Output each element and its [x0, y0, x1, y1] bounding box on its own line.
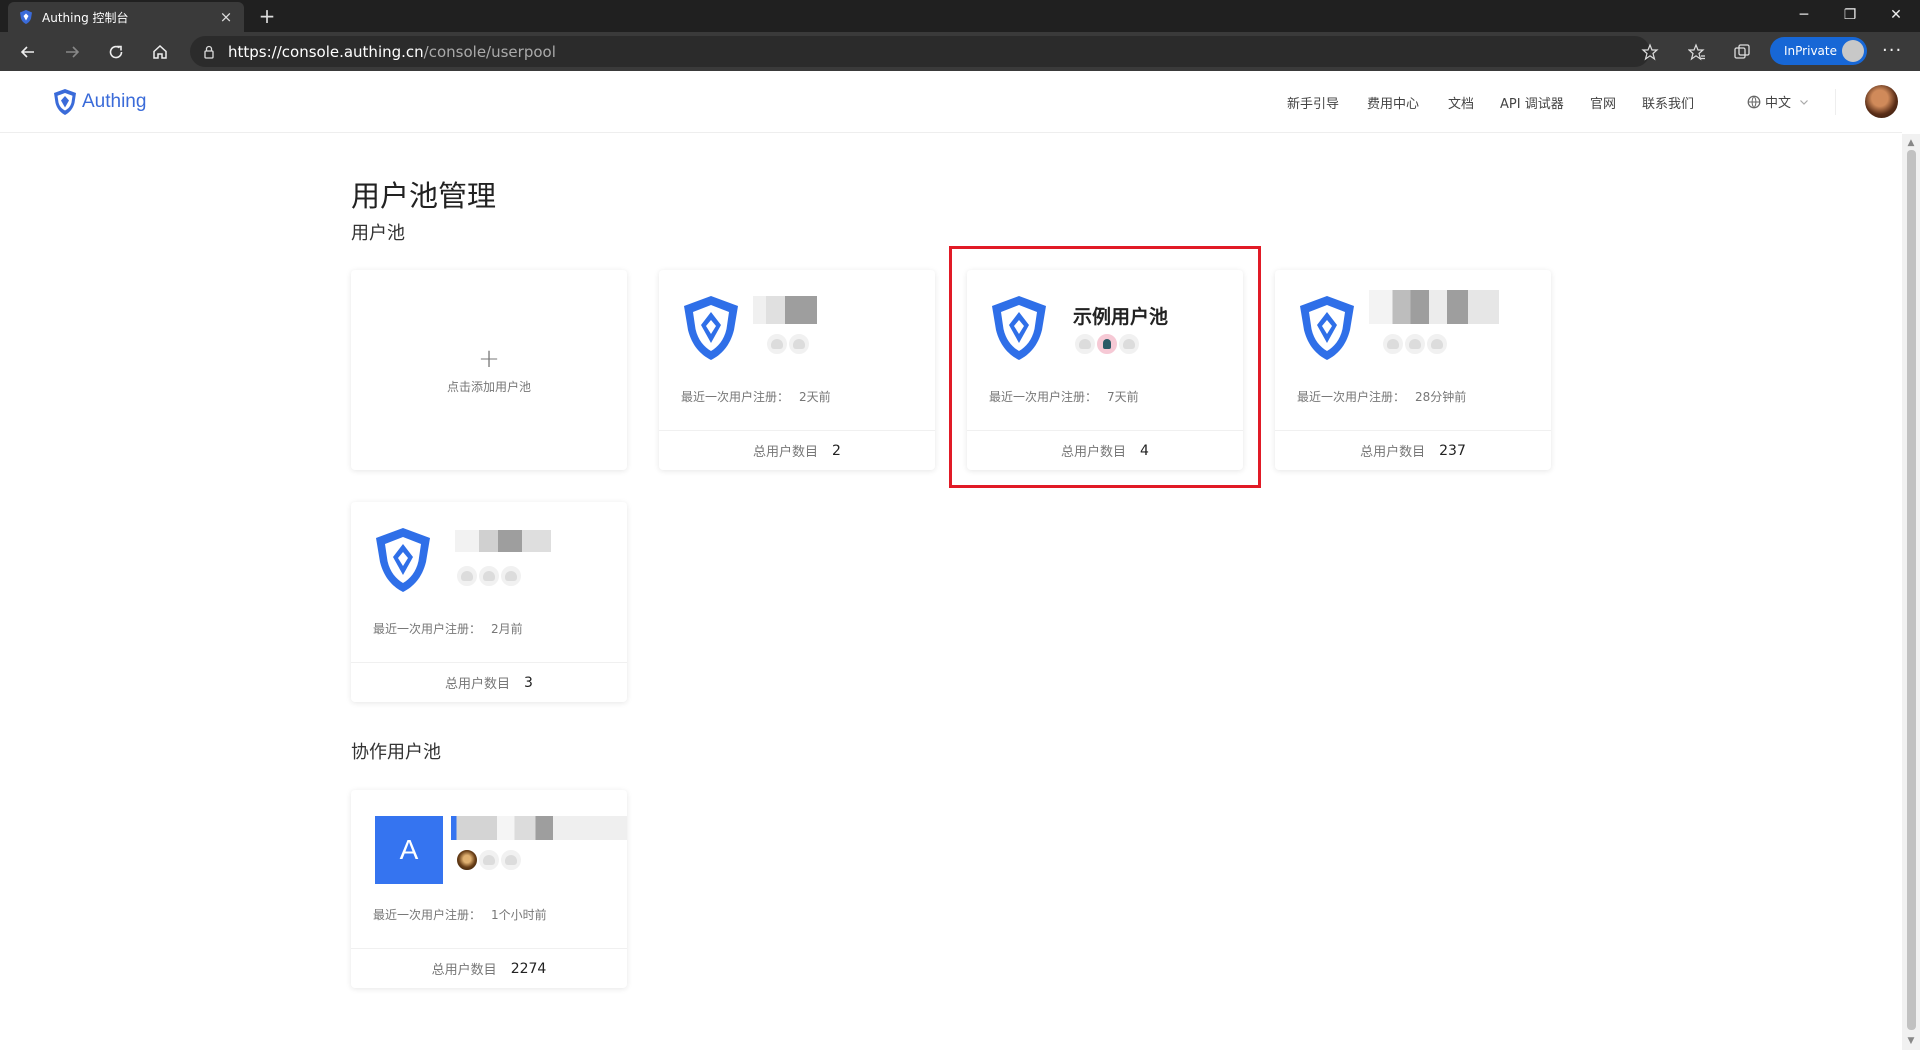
last-register-text: 最近一次用户注册： 1个小时前	[373, 908, 547, 922]
blurred-pool-name	[455, 530, 551, 552]
nav-billing[interactable]: 费用中心	[1367, 93, 1419, 112]
userpool-card[interactable]: 最近一次用户注册： 2月前 总用户数目 3	[351, 502, 627, 702]
add-userpool-label: 点击添加用户池	[446, 380, 531, 394]
total-users-row: 总用户数目 2	[659, 430, 935, 470]
user-avatar[interactable]	[1865, 85, 1898, 118]
blurred-pool-name	[451, 816, 627, 840]
blurred-pool-name	[753, 296, 817, 324]
avatar	[787, 332, 811, 356]
forward-icon[interactable]	[58, 38, 86, 66]
scroll-thumb[interactable]	[1907, 150, 1916, 1030]
nav-website[interactable]: 官网	[1590, 93, 1616, 112]
nav-guide[interactable]: 新手引导	[1287, 93, 1339, 112]
language-selector[interactable]: 中文	[1747, 92, 1809, 111]
nav-api-debugger[interactable]: API 调试器	[1500, 93, 1564, 112]
user-avatars	[455, 564, 523, 588]
profile-avatar	[1842, 40, 1864, 62]
shield-icon	[1300, 296, 1354, 360]
home-icon[interactable]	[146, 38, 174, 66]
minimize-icon[interactable]: ─	[1782, 0, 1826, 30]
avatar	[1381, 332, 1405, 356]
total-users-row: 总用户数目 2274	[351, 948, 627, 988]
user-avatars	[765, 332, 811, 356]
user-avatars	[455, 848, 523, 872]
user-avatars	[1381, 332, 1449, 356]
browser-tab[interactable]: Authing 控制台 ×	[8, 2, 244, 32]
pool-letter-avatar: A	[375, 816, 443, 884]
highlight-box	[949, 246, 1261, 488]
collections-icon[interactable]	[1730, 40, 1754, 64]
nav-docs[interactable]: 文档	[1448, 93, 1474, 112]
avatar	[1403, 332, 1427, 356]
add-userpool-card[interactable]: + 点击添加用户池	[351, 270, 627, 470]
logo-text: Authing	[82, 91, 147, 112]
authing-logo[interactable]: Authing	[52, 88, 146, 116]
authing-logo-icon	[54, 89, 76, 115]
shield-icon	[684, 296, 738, 360]
collab-section-title: 协作用户池	[351, 742, 441, 763]
avatar	[477, 848, 501, 872]
userpool-section-title: 用户池	[351, 223, 405, 244]
last-register-text: 最近一次用户注册： 28分钟前	[1297, 390, 1467, 404]
avatar	[455, 564, 479, 588]
avatar	[1425, 332, 1449, 356]
last-register-text: 最近一次用户注册： 2天前	[681, 390, 831, 404]
lock-icon	[204, 45, 214, 59]
nav-contact[interactable]: 联系我们	[1642, 93, 1694, 112]
blurred-pool-name	[1369, 290, 1499, 324]
collab-userpool-card[interactable]: A 最近一次用户注册： 1个小时前 总用户数目 2274	[351, 790, 627, 988]
globe-icon	[1747, 95, 1761, 108]
address-bar[interactable]: https://console.authing.cn/console/userp…	[190, 36, 1650, 67]
favorites-icon[interactable]	[1685, 40, 1709, 64]
avatar	[477, 564, 501, 588]
new-tab-icon[interactable]: +	[255, 4, 279, 28]
inprivate-button[interactable]: InPrivate	[1770, 37, 1867, 65]
shield-icon	[376, 528, 430, 592]
refresh-icon[interactable]	[102, 38, 130, 66]
back-icon[interactable]	[14, 38, 42, 66]
avatar	[765, 332, 789, 356]
close-window-icon[interactable]: ✕	[1874, 0, 1918, 30]
app-header: Authing 新手引导 费用中心 文档 API 调试器 官网 联系我们 中文	[0, 71, 1902, 133]
userpool-card[interactable]: 最近一次用户注册： 28分钟前 总用户数目 237	[1275, 270, 1551, 470]
total-users-row: 总用户数目 3	[351, 662, 627, 702]
browser-tab-bar: Authing 控制台 × + ─ ❐ ✕	[0, 0, 1920, 32]
more-menu-icon[interactable]: ···	[1882, 40, 1902, 61]
plus-icon: +	[478, 344, 500, 374]
browser-toolbar: https://console.authing.cn/console/userp…	[0, 32, 1920, 71]
authing-favicon-icon	[20, 10, 32, 24]
header-divider	[1835, 89, 1836, 115]
close-tab-icon[interactable]: ×	[218, 8, 234, 26]
chevron-down-icon	[1800, 99, 1808, 105]
avatar	[455, 848, 479, 872]
scroll-up-arrow-icon[interactable]: ▲	[1904, 138, 1918, 150]
inprivate-label: InPrivate	[1784, 44, 1837, 58]
tab-title: Authing 控制台	[42, 10, 129, 25]
url-text: https://console.authing.cn/console/userp…	[228, 42, 556, 61]
userpool-card[interactable]: 最近一次用户注册： 2天前 总用户数目 2	[659, 270, 935, 470]
language-label: 中文	[1765, 96, 1792, 111]
last-register-text: 最近一次用户注册： 2月前	[373, 622, 523, 636]
avatar	[499, 564, 523, 588]
scroll-down-arrow-icon[interactable]: ▼	[1904, 1036, 1918, 1048]
avatar	[499, 848, 523, 872]
add-favorite-icon[interactable]	[1638, 40, 1662, 64]
total-users-row: 总用户数目 237	[1275, 430, 1551, 470]
page-title: 用户池管理	[351, 179, 497, 213]
restore-icon[interactable]: ❐	[1828, 0, 1872, 30]
